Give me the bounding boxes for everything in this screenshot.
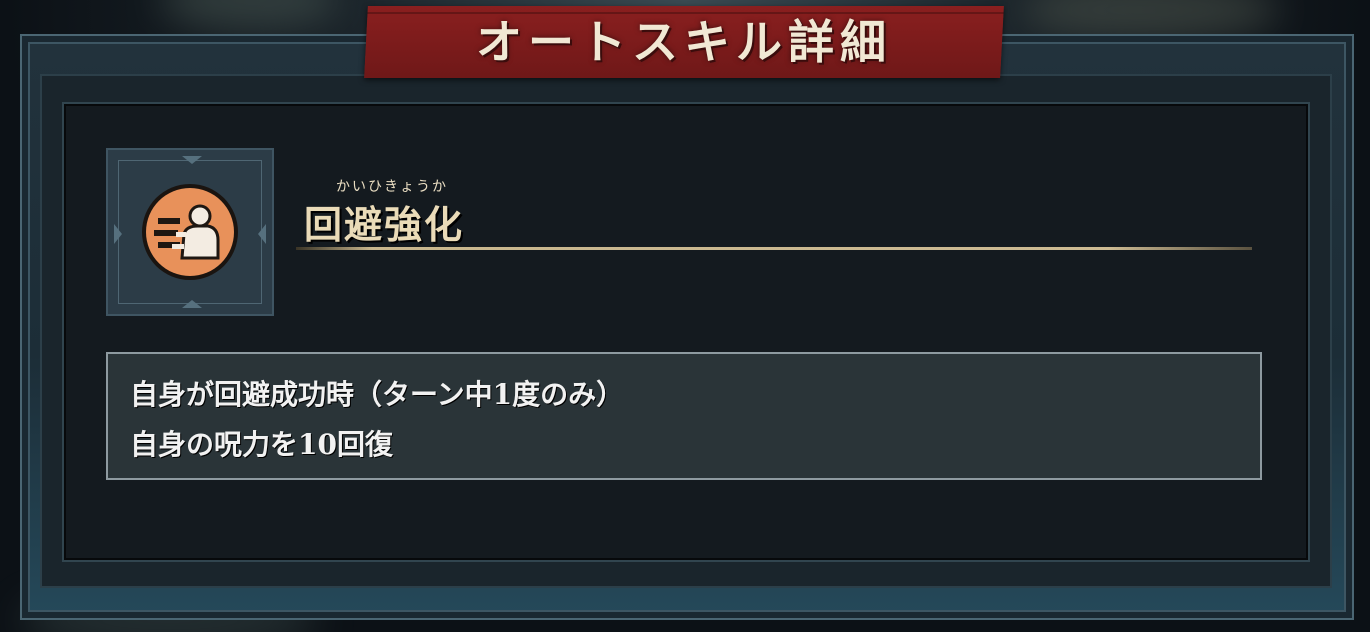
tile-notch — [182, 300, 202, 308]
tile-notch — [114, 224, 122, 244]
auto-skill-detail-screen: オートスキル詳細 かいひきょうか 回避強化 自身が回避成功時（ターン中1度のみ）… — [0, 0, 1370, 632]
divider — [296, 247, 1252, 250]
background-blur — [160, 0, 340, 30]
dialog-title: オートスキル詳細 — [476, 15, 892, 69]
skill-icon-tile — [106, 148, 274, 316]
skill-name: 回避強化 — [304, 202, 465, 247]
skill-name-ruby: かいひきょうか — [336, 179, 448, 195]
dodge-boost-icon — [142, 184, 238, 280]
tile-notch — [182, 156, 202, 164]
tile-notch — [258, 224, 266, 244]
description-line: 自身の呪力を10回復 — [130, 428, 393, 461]
skill-description-box: 自身が回避成功時（ターン中1度のみ） 自身の呪力を10回復 — [106, 352, 1262, 480]
description-line: 自身が回避成功時（ターン中1度のみ） — [130, 378, 625, 411]
